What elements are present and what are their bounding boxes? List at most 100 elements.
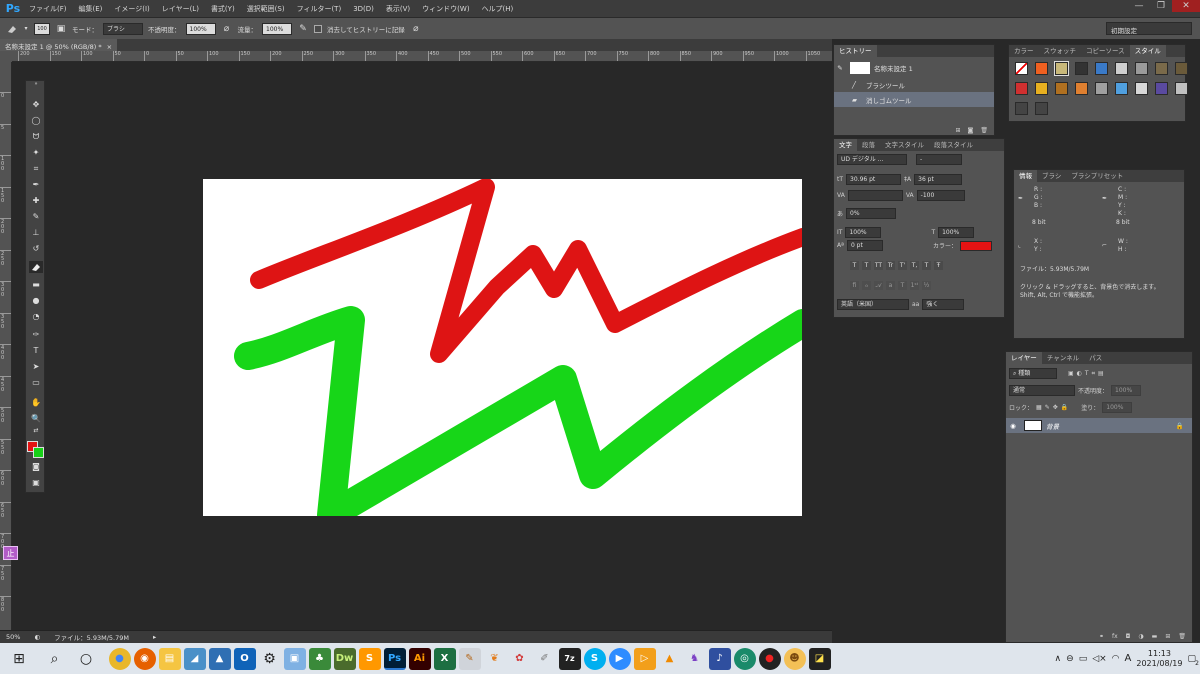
tab-history[interactable]: ヒストリー (834, 45, 877, 57)
hand-tool-icon[interactable]: ✋ (29, 397, 43, 409)
pen-app-icon[interactable]: ✎ (458, 647, 481, 670)
font-size-field[interactable]: 30.96 pt (846, 174, 902, 185)
restore-button[interactable]: ❐ (1150, 0, 1172, 12)
style-swatch[interactable] (1135, 62, 1148, 75)
fill-field[interactable]: 100% (1102, 402, 1133, 413)
sublime-text-icon[interactable]: S (358, 647, 381, 670)
brush-tool-icon[interactable]: ✎ (29, 211, 43, 223)
tab-paths[interactable]: パス (1084, 352, 1107, 364)
faux-bold-button[interactable]: T (850, 261, 859, 270)
small-caps-button[interactable]: Tr (886, 261, 895, 270)
style-swatch[interactable] (1015, 62, 1028, 75)
filter-pixel-icon[interactable]: ▣ (1068, 370, 1074, 377)
app-icon[interactable]: ◢ (183, 647, 206, 670)
new-group-icon[interactable]: ▬ (1152, 633, 1158, 640)
healing-brush-tool-icon[interactable]: ✚ (29, 195, 43, 207)
music-app-icon[interactable]: ♪ (708, 647, 731, 670)
eraser-tool-preset-icon[interactable] (6, 23, 18, 35)
document-tab[interactable]: 名称未設定 1 @ 50% (RGB/8) * × (0, 39, 118, 51)
zoom-level[interactable]: 50% (6, 633, 20, 641)
mode-select[interactable]: ブラシ (103, 22, 143, 35)
record-app-icon[interactable]: ● (758, 647, 781, 670)
purple-app-icon[interactable]: ♞ (683, 647, 706, 670)
network-app-icon[interactable]: ⊖ (1066, 654, 1074, 664)
fraction-icon[interactable]: ½ (922, 281, 931, 290)
tab-channels[interactable]: チャンネル (1042, 352, 1084, 364)
history-brush-tool-icon[interactable]: ↺ (29, 243, 43, 255)
camera-icon[interactable]: ◙ (968, 127, 974, 134)
style-swatch[interactable] (1075, 62, 1088, 75)
leading-field[interactable]: 36 pt (914, 174, 963, 185)
butterfly-app-icon[interactable]: ❦ (483, 647, 506, 670)
style-swatch[interactable] (1035, 102, 1048, 115)
stylistic-alternates-icon[interactable]: a (886, 281, 895, 290)
sticky-notes-icon[interactable]: ◪ (808, 647, 831, 670)
vlc-icon[interactable]: ▲ (658, 647, 681, 670)
pin-app-icon[interactable]: ✿ (508, 647, 531, 670)
ruler-origin[interactable] (0, 51, 12, 62)
photos-icon[interactable]: ▲ (208, 647, 231, 670)
stamp-tool-icon[interactable]: ⊥ (29, 227, 43, 239)
vertical-ruler[interactable]: 0 5 100 150 200 250 300 350 400 450 500 550 600 650 70… (0, 62, 12, 630)
blend-mode-select[interactable]: 通常 (1009, 385, 1075, 396)
background-color-swatch[interactable] (33, 447, 44, 458)
style-swatch[interactable] (1075, 82, 1088, 95)
style-swatch[interactable] (1115, 82, 1128, 95)
menu-3d[interactable]: 3D(D) (347, 5, 380, 13)
menu-type[interactable]: 書式(Y) (205, 4, 241, 14)
notifications-icon[interactable]: ▢ 2 (1187, 654, 1199, 667)
tab-paragraph[interactable]: 段落 (857, 139, 880, 151)
eye-icon[interactable]: ◉ (1006, 422, 1020, 430)
link-layers-icon[interactable]: ⚭ (1099, 633, 1104, 640)
wifi-icon[interactable]: ◠ (1112, 654, 1120, 664)
new-document-icon[interactable]: ⊞ (956, 127, 961, 134)
menu-edit[interactable]: 編集(E) (73, 4, 109, 14)
photoshop-icon[interactable]: Ps (383, 647, 406, 670)
style-swatch[interactable] (1175, 62, 1188, 75)
tab-layers[interactable]: レイヤー (1006, 352, 1042, 364)
filter-shape-icon[interactable]: ⌗ (1092, 370, 1095, 378)
strikethrough-button[interactable]: Ŧ (934, 261, 943, 270)
brush-panel-icon[interactable]: ▣ (55, 23, 67, 35)
file-explorer-icon[interactable]: ▤ (158, 647, 181, 670)
app-tree-icon[interactable]: ♣ (308, 647, 331, 670)
crop-tool-icon[interactable]: ⌗ (29, 163, 43, 175)
magic-wand-tool-icon[interactable]: ✦ (29, 147, 43, 159)
quick-mask-icon[interactable]: ◙ (29, 461, 43, 473)
windows-start-icon[interactable]: ⊞ (8, 648, 30, 670)
trash-icon[interactable]: 🗑 (980, 127, 988, 134)
baseline-field[interactable]: 0 pt (846, 240, 883, 251)
minimize-button[interactable]: — (1128, 0, 1150, 12)
illustrator-icon[interactable]: Ai (408, 647, 431, 670)
history-item-selected[interactable]: ▰ 消しゴムツール (834, 92, 994, 107)
opacity-field[interactable]: 100% (185, 22, 216, 35)
zoom-tool-icon[interactable]: 🔍 (29, 413, 43, 425)
menu-image[interactable]: イメージ(I) (108, 4, 155, 14)
character-app-icon[interactable]: ☻ (783, 647, 806, 670)
lock-move-icon[interactable]: ✥ (1053, 404, 1058, 411)
underline-button[interactable]: T (922, 261, 931, 270)
volume-muted-icon[interactable]: ◁× (1092, 654, 1106, 664)
tab-paragraph-style[interactable]: 段落スタイル (929, 139, 978, 151)
delete-layer-icon[interactable]: 🗑 (1178, 633, 1186, 640)
lock-transparent-icon[interactable]: ▦ (1036, 404, 1042, 411)
vertical-scale-field[interactable]: 100% (845, 227, 882, 238)
filter-smart-icon[interactable]: ▤ (1098, 370, 1104, 377)
excel-icon[interactable]: X (433, 647, 456, 670)
app-window-icon[interactable]: ▣ (283, 647, 306, 670)
eyedropper-tool-icon[interactable]: ✒ (29, 179, 43, 191)
pressure-opacity-icon[interactable]: ⌀ (221, 23, 233, 35)
tab-color[interactable]: カラー (1009, 45, 1039, 57)
style-swatch[interactable] (1155, 62, 1168, 75)
pen-tool-icon[interactable]: ✑ (29, 329, 43, 341)
airbrush-icon[interactable]: ✎ (297, 23, 309, 35)
ordinal-icon[interactable]: 1ˢᵗ (910, 281, 919, 290)
move-tool-icon[interactable]: ✥ (29, 99, 43, 111)
status-menu-arrow-icon[interactable]: ▸ (153, 633, 156, 641)
close-tab-icon[interactable]: × (107, 43, 112, 51)
titling-icon[interactable]: T (898, 281, 907, 290)
tracking-field[interactable]: -100 (916, 190, 965, 201)
chevron-up-icon[interactable]: ∧ (1055, 654, 1062, 664)
brush-app-icon[interactable]: ✐ (533, 647, 556, 670)
tab-clone-source[interactable]: コピーソース (1081, 45, 1130, 57)
